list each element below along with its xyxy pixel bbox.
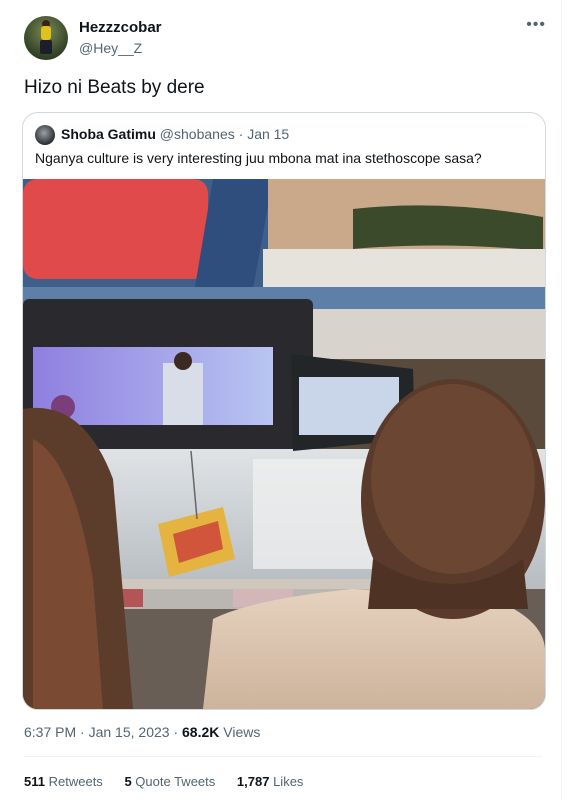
quoted-media-photo[interactable] bbox=[23, 179, 545, 709]
column-border bbox=[561, 0, 562, 800]
retweets-label: Retweets bbox=[48, 774, 103, 789]
quoted-author-avatar[interactable] bbox=[35, 125, 55, 145]
likes-label: Likes bbox=[273, 774, 304, 789]
avatar-body-shape bbox=[41, 26, 51, 40]
tweet-time[interactable]: 6:37 PM bbox=[24, 724, 76, 740]
retweets-stat[interactable]: 511 Retweets bbox=[24, 774, 106, 789]
tweet-date[interactable]: Jan 15, 2023 bbox=[89, 724, 170, 740]
author-display-name[interactable]: Hezzzcobar bbox=[79, 19, 162, 36]
views-count: 68.2K bbox=[182, 724, 220, 740]
meta-separator: · bbox=[173, 724, 179, 740]
author-handle[interactable]: @Hey__Z bbox=[79, 40, 142, 56]
more-options-icon[interactable]: ••• bbox=[526, 16, 546, 34]
retweets-count: 511 bbox=[24, 774, 45, 789]
quote-tweets-count: 5 bbox=[124, 774, 132, 789]
likes-count: 1,787 bbox=[236, 774, 270, 789]
quoted-author-name[interactable]: Shoba Gatimu bbox=[61, 126, 156, 142]
avatar-legs-shape bbox=[40, 40, 52, 54]
quote-tweets-label: Quote Tweets bbox=[135, 774, 216, 789]
quoted-author-handle[interactable]: @shobanes bbox=[160, 126, 235, 142]
likes-stat[interactable]: 1,787 Likes bbox=[237, 774, 304, 789]
divider bbox=[24, 756, 542, 757]
meta-separator: · bbox=[80, 724, 85, 740]
author-avatar[interactable] bbox=[24, 16, 68, 60]
views-label: Views bbox=[223, 724, 261, 740]
quoted-author-line: Shoba Gatimu @shobanes · Jan 15 bbox=[61, 126, 289, 142]
quoted-text: Nganya culture is very interesting juu m… bbox=[35, 150, 482, 166]
tweet-card: Hezzzcobar @Hey__Z ••• Hizo ni Beats by … bbox=[0, 0, 576, 800]
quoted-tweet[interactable]: Shoba Gatimu @shobanes · Jan 15 Nganya c… bbox=[22, 112, 546, 710]
engagement-stats: 511 Retweets 5 Quote Tweets 1,787 Likes bbox=[24, 774, 321, 789]
quoted-date[interactable]: Jan 15 bbox=[247, 126, 289, 142]
quote-tweets-stat[interactable]: 5 Quote Tweets bbox=[124, 774, 218, 789]
tweet-text: Hizo ni Beats by dere bbox=[24, 77, 205, 98]
tweet-meta: 6:37 PM · Jan 15, 2023 · 68.2K Views bbox=[24, 724, 260, 740]
quoted-separator: · bbox=[238, 126, 244, 142]
